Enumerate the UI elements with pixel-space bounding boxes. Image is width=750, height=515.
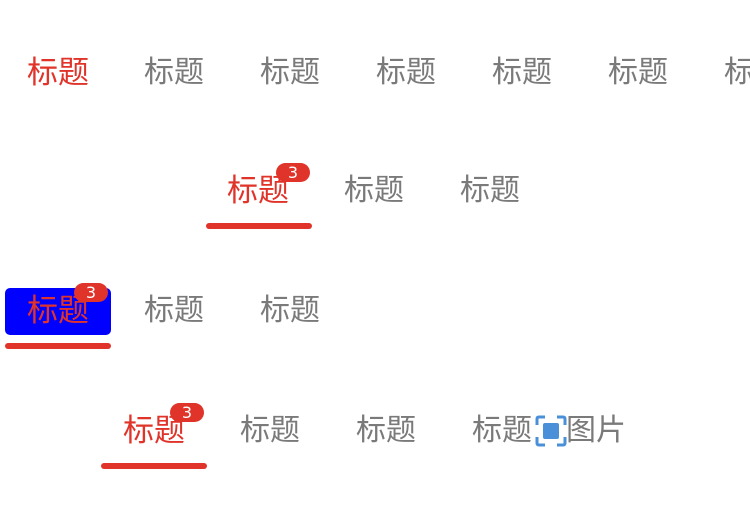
tab-indicator bbox=[101, 463, 207, 469]
tab-bar-1-tab-5[interactable]: 标题 bbox=[482, 44, 562, 124]
tab-bar-2-tab-3[interactable]: 标题 bbox=[450, 162, 530, 242]
tab-bar-1-tab-2[interactable]: 标题 bbox=[134, 44, 214, 124]
tab-indicator bbox=[206, 223, 312, 229]
tab-bar-1-tab-3[interactable]: 标题 bbox=[250, 44, 330, 124]
tab-bar-2-tab-2[interactable]: 标题 bbox=[334, 162, 414, 242]
tab-label: 标题 bbox=[344, 173, 404, 208]
tab-bar-1-tab-6[interactable]: 标题 bbox=[598, 44, 678, 124]
tab-label: 标题 bbox=[356, 413, 416, 448]
tab-bar-1-tab-1[interactable]: 标题 bbox=[18, 44, 98, 124]
tab-label: 标题 bbox=[27, 55, 89, 91]
tab-label: 标题 bbox=[240, 413, 300, 448]
tab-bar-4-tab-3[interactable]: 标题 bbox=[346, 402, 426, 482]
tab-label: 标题 bbox=[724, 55, 750, 90]
tab-bar-4-image-tab[interactable]: 图片 bbox=[566, 402, 626, 482]
tab-bar-3: 标题 3 标题 标题 bbox=[0, 282, 750, 362]
tab-badge: 3 bbox=[170, 403, 204, 422]
tab-bar-3-tab-3[interactable]: 标题 bbox=[250, 282, 330, 362]
tab-label: 标题 bbox=[260, 55, 320, 90]
tab-label: 标题 bbox=[608, 55, 668, 90]
tab-label: 标题 bbox=[144, 293, 204, 328]
tab-label: 标题 bbox=[472, 413, 532, 448]
tab-label: 标题 bbox=[376, 55, 436, 90]
tab-label: 标题 bbox=[260, 293, 320, 328]
tab-bar-2: 标题 3 标题 标题 bbox=[0, 162, 750, 242]
tab-bar-3-tab-2[interactable]: 标题 bbox=[134, 282, 214, 362]
tab-label: 标题 bbox=[492, 55, 552, 90]
tab-bar-1-tab-4[interactable]: 标题 bbox=[366, 44, 446, 124]
tab-label: 标题 bbox=[460, 173, 520, 208]
tab-bar-4: 标题 3 标题 标题 标题 图片 bbox=[0, 402, 750, 482]
image-placeholder-icon bbox=[535, 415, 567, 447]
tab-indicator bbox=[5, 343, 111, 349]
tab-bar-4-tab-2[interactable]: 标题 bbox=[230, 402, 310, 482]
tab-badge: 3 bbox=[74, 283, 108, 302]
tab-bar-1: 标题 标题 标题 标题 标题 标题 标题 bbox=[0, 44, 750, 124]
tab-bar-1-tab-7[interactable]: 标题 bbox=[714, 44, 750, 124]
tab-label: 标题 bbox=[144, 55, 204, 90]
tab-bar-4-tab-4[interactable]: 标题 bbox=[462, 402, 542, 482]
tab-badge: 3 bbox=[276, 163, 310, 182]
image-tab-label: 图片 bbox=[566, 413, 626, 448]
